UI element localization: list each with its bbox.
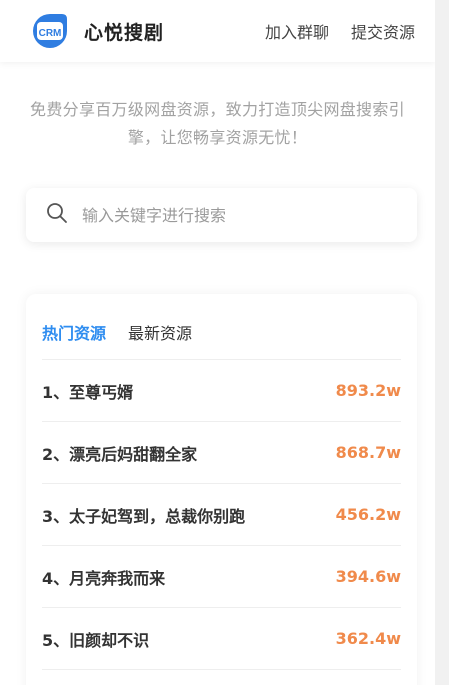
item-count: 456.2w <box>335 505 401 524</box>
list-item[interactable]: 5、旧颜却不识 362.4w <box>42 608 401 670</box>
item-title[interactable]: 5、旧颜却不识 <box>42 627 149 651</box>
item-title[interactable]: 2、漂亮后妈甜翻全家 <box>42 441 197 465</box>
search-icon[interactable] <box>46 202 68 228</box>
item-count: 893.2w <box>335 381 401 400</box>
page: CRM 心悦搜剧 加入群聊 提交资源 免费分享百万级网盘资源，致力打造顶尖网盘搜… <box>0 0 435 685</box>
list-item[interactable]: 4、月亮奔我而来 394.6w <box>42 546 401 608</box>
nav-join-group[interactable]: 加入群聊 <box>265 19 329 43</box>
resource-tabs: 热门资源 最新资源 <box>42 294 401 360</box>
logo[interactable]: CRM <box>30 11 70 51</box>
list-item[interactable]: 1、至尊丐婿 893.2w <box>42 360 401 422</box>
search-box[interactable] <box>26 188 417 242</box>
search-input[interactable] <box>82 205 397 225</box>
brand-name[interactable]: 心悦搜剧 <box>84 18 265 45</box>
list-item[interactable]: 3、太子妃驾到，总裁你别跑 456.2w <box>42 484 401 546</box>
item-title[interactable]: 4、月亮奔我而来 <box>42 565 165 589</box>
item-count: 362.4w <box>335 629 401 648</box>
item-count: 868.7w <box>335 443 401 462</box>
nav-submit-resource[interactable]: 提交资源 <box>351 19 415 43</box>
tab-hot[interactable]: 热门资源 <box>42 320 106 359</box>
item-title[interactable]: 3、太子妃驾到，总裁你别跑 <box>42 503 245 527</box>
tagline: 免费分享百万级网盘资源，致力打造顶尖网盘搜索引擎，让您畅享资源无忧！ <box>30 100 405 147</box>
item-title[interactable]: 1、至尊丐婿 <box>42 379 133 403</box>
resource-card: 热门资源 最新资源 1、至尊丐婿 893.2w 2、漂亮后妈甜翻全家 868.7… <box>26 294 417 685</box>
logo-icon: CRM <box>33 14 67 48</box>
item-count: 394.6w <box>335 567 401 586</box>
scrollbar[interactable] <box>435 0 449 685</box>
logo-text: CRM <box>39 28 62 39</box>
top-nav: 加入群聊 提交资源 <box>265 19 415 43</box>
tab-latest[interactable]: 最新资源 <box>128 320 192 359</box>
header: CRM 心悦搜剧 加入群聊 提交资源 <box>0 0 435 62</box>
list-item[interactable]: 2、漂亮后妈甜翻全家 868.7w <box>42 422 401 484</box>
